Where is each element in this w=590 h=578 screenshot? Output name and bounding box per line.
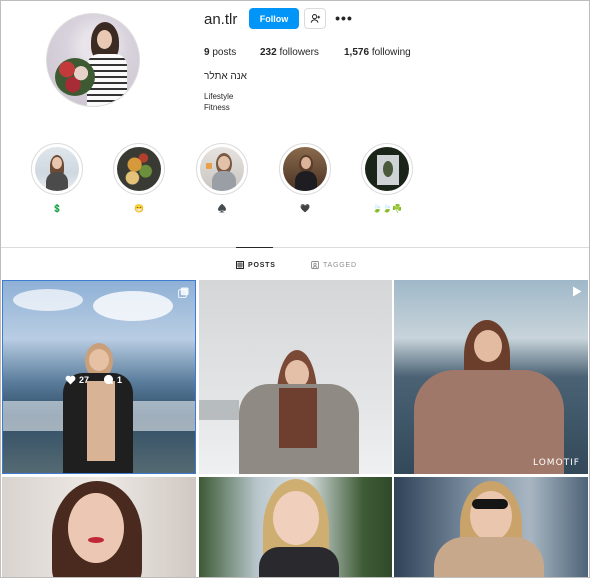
profile-page: an.tlr Follow ••• 9 posts 232 followers … [0,0,590,578]
highlight-label-3: ♠️ [217,204,227,213]
profile-full-name: אנה אתלר [204,71,247,82]
story-highlight-3[interactable] [196,143,248,195]
suggested-accounts-button[interactable] [304,8,326,29]
highlight-label-1: 💲 [52,204,62,213]
profile-avatar[interactable] [46,13,140,107]
followers-stat[interactable]: 232 followers [260,47,319,58]
following-label: following [371,47,411,58]
tab-tagged[interactable]: TAGGED [311,261,357,269]
post-thumbnail-6[interactable] [394,477,588,577]
post-thumbnail-3[interactable]: LOMOTIF [394,280,588,474]
tab-tagged-label: TAGGED [323,261,357,269]
post-thumbnail-4[interactable] [2,477,196,577]
following-count: 1,576 [344,47,370,58]
add-user-icon [310,14,320,23]
story-highlight-1[interactable] [31,143,83,195]
follow-button[interactable]: Follow [249,8,299,29]
comment-icon [103,374,114,385]
followers-count: 232 [260,47,277,58]
grid-icon [236,261,244,269]
post-thumbnail-1[interactable]: 27 1 [2,280,196,474]
tag-user-icon [311,261,319,269]
post-likes-count: 27 [79,374,90,385]
posts-count: 9 [204,47,210,58]
options-button[interactable]: ••• [335,10,353,26]
bio-line-2: Fitness [204,103,230,112]
highlight-label-4: 🖤 [300,204,310,213]
post-engagement-overlay: 27 1 [65,374,122,385]
multiple-images-icon [178,287,189,298]
profile-username: an.tlr [204,11,238,28]
post-watermark: LOMOTIF [533,458,580,468]
highlight-label-2: 😁 [134,204,144,213]
followers-label: followers [279,47,319,58]
post-thumbnail-2[interactable] [199,280,392,474]
active-tab-indicator [236,247,273,248]
posts-count-stat: 9 posts [204,47,236,58]
video-play-icon [573,286,582,297]
post-thumbnail-5[interactable] [199,477,392,577]
story-highlight-2[interactable] [113,143,165,195]
story-highlight-5[interactable] [361,143,413,195]
tab-posts-label: POSTS [248,261,276,269]
following-stat[interactable]: 1,576 following [344,47,411,58]
posts-count-label: posts [212,47,237,58]
highlight-label-5: 🍃🍃☘️ [372,204,402,213]
bio-line-1: Lifestyle [204,92,234,101]
heart-icon [65,375,76,385]
tab-posts[interactable]: POSTS [236,261,276,269]
post-comments-count: 1 [117,374,123,385]
story-highlight-4[interactable] [279,143,331,195]
tab-divider [1,247,589,248]
